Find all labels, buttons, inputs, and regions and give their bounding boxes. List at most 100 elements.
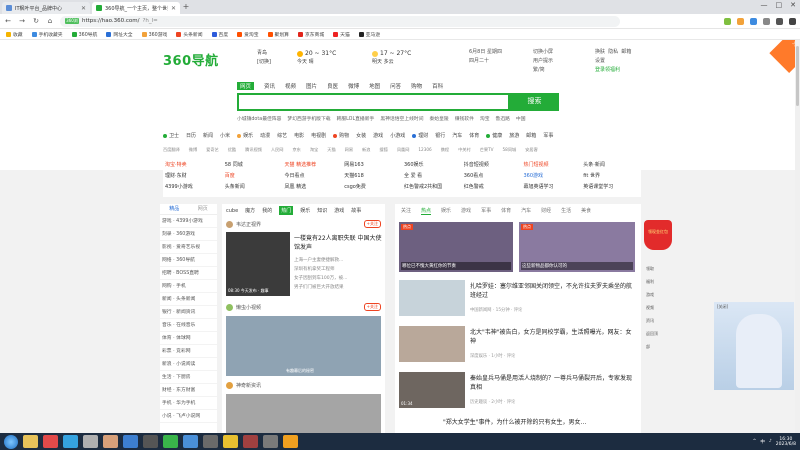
bookmark-item[interactable]: 360游戏 bbox=[141, 31, 167, 38]
news-thumbnail[interactable] bbox=[399, 326, 465, 362]
news-title[interactable]: "郑大女学生"事件，为什么被开除的只有女生，男女... bbox=[443, 418, 608, 427]
site-link[interactable]: 360看点 bbox=[462, 172, 522, 183]
site-link[interactable]: 幕旭英语学习 bbox=[522, 183, 582, 194]
news-tab[interactable]: 汽车 bbox=[521, 207, 531, 214]
news-tab[interactable]: 体育 bbox=[501, 207, 511, 214]
sub-link[interactable]: 中关村 bbox=[458, 147, 471, 153]
floating-ad[interactable]: [关闭] bbox=[714, 302, 794, 390]
quick-link[interactable]: 健康 bbox=[486, 132, 502, 139]
forward-icon[interactable]: → bbox=[18, 17, 26, 25]
author-name[interactable]: 韦达正视界 bbox=[236, 221, 261, 228]
chevron-up-icon[interactable]: ^ bbox=[753, 439, 757, 444]
download-icon[interactable] bbox=[776, 17, 783, 25]
hot-search-item[interactable]: 赚钱软件 bbox=[455, 115, 474, 122]
bookmark-item[interactable]: 百度 bbox=[211, 31, 228, 38]
news-tile[interactable]: 热点 这些新物品都你认可的 bbox=[519, 222, 635, 272]
site-link[interactable]: 58 同城 bbox=[223, 161, 283, 172]
video-thumbnail[interactable]: 08:30 今天发布 · 趣事 bbox=[226, 232, 290, 296]
site-link[interactable]: 天猫 精选推荐 bbox=[283, 161, 343, 172]
site-link[interactable]: 头条·新闻 bbox=[581, 161, 641, 172]
list-item[interactable]: 网络 · 360导航 bbox=[160, 254, 217, 267]
feed-tab[interactable]: 故事 bbox=[351, 207, 361, 214]
related-item[interactable]: 上海一户主妻便捷解救... bbox=[294, 256, 382, 265]
weather-tomorrow[interactable]: 17 ~ 27°C 明天 多云 bbox=[372, 49, 411, 67]
bookmark-item[interactable]: 网址大全 bbox=[106, 31, 133, 38]
feed-tab-active[interactable]: 热门 bbox=[279, 206, 294, 215]
feed-tab[interactable]: 我的 bbox=[262, 207, 272, 214]
sub-link[interactable]: 58同城 bbox=[503, 147, 517, 153]
site-link[interactable]: 热门短视频 bbox=[522, 161, 582, 172]
side-tool[interactable]: 资讯 bbox=[646, 314, 660, 327]
list-item[interactable]: 刻录 · 360游戏 bbox=[160, 228, 217, 241]
search-input[interactable] bbox=[237, 93, 510, 111]
game-icon[interactable] bbox=[737, 17, 744, 25]
list-item[interactable]: 招聘 · BOSS直聘 bbox=[160, 267, 217, 280]
list-item[interactable]: 银行 · 新闻资讯 bbox=[160, 306, 217, 319]
side-tool[interactable]: 福利 bbox=[646, 275, 660, 288]
volume-icon[interactable]: ♪ bbox=[769, 439, 772, 444]
site-link[interactable]: 淘宝·特卖 bbox=[163, 161, 223, 172]
search-tab-baike[interactable]: 百科 bbox=[432, 82, 443, 90]
switch-small-screen-link[interactable]: 切换小屏 bbox=[533, 48, 553, 57]
screenshot-icon[interactable] bbox=[763, 17, 770, 25]
related-item[interactable]: 深圳有机拿奖工程师 bbox=[294, 265, 382, 274]
search-tab-health[interactable]: 良医 bbox=[327, 82, 338, 90]
site-link[interactable]: 英语课堂学习 bbox=[581, 183, 641, 194]
feed-tab[interactable]: 知识 bbox=[317, 207, 327, 214]
list-item[interactable]: 影视 · 爱奇艺乐视 bbox=[160, 241, 217, 254]
app-icon[interactable] bbox=[83, 435, 98, 448]
site-link[interactable]: 天猫618 bbox=[342, 172, 402, 183]
quick-link[interactable]: 银行 bbox=[435, 132, 445, 139]
close-icon[interactable]: ✕ bbox=[81, 5, 86, 12]
news-tab[interactable]: 美食 bbox=[581, 207, 591, 214]
sub-link[interactable]: 天猫 bbox=[327, 147, 335, 153]
video-thumbnail[interactable]: 有趣幕后的秘密 bbox=[226, 316, 381, 376]
site-link[interactable]: 百度 bbox=[223, 172, 283, 183]
close-icon[interactable]: ✕ bbox=[171, 5, 176, 12]
list-item[interactable]: 音乐 · 在线音乐 bbox=[160, 319, 217, 332]
list-item[interactable]: 网购 · 手机 bbox=[160, 280, 217, 293]
translate-icon[interactable] bbox=[750, 17, 757, 25]
maximize-button[interactable]: □ bbox=[776, 1, 783, 9]
sub-link[interactable]: 安居客 bbox=[525, 147, 538, 153]
page-scrollbar[interactable] bbox=[795, 40, 800, 433]
quick-link[interactable]: 小游戏 bbox=[390, 132, 405, 139]
news-tab[interactable]: 军事 bbox=[481, 207, 491, 214]
simplified-traditional-link[interactable]: 繁/简 bbox=[533, 66, 553, 75]
media-player-icon[interactable] bbox=[43, 435, 58, 448]
quick-link[interactable]: 电影 bbox=[294, 132, 304, 139]
sub-link[interactable]: 搜狐 bbox=[379, 147, 387, 153]
quick-link[interactable]: 旅游 bbox=[509, 132, 519, 139]
search-tab-qa[interactable]: 问答 bbox=[390, 82, 401, 90]
quick-link[interactable]: 综艺 bbox=[277, 132, 287, 139]
list-item[interactable]: 生活 · 下厨房 bbox=[160, 371, 217, 384]
sub-link[interactable]: 12306 bbox=[418, 147, 431, 153]
search-tab-image[interactable]: 图片 bbox=[306, 82, 317, 90]
bookmark-item[interactable]: 360导航 bbox=[71, 31, 97, 38]
app-icon[interactable] bbox=[203, 435, 218, 448]
left-tab-web[interactable]: 网页 bbox=[198, 204, 208, 214]
bookmark-item[interactable]: 收藏 bbox=[6, 31, 23, 38]
file-explorer-icon[interactable] bbox=[23, 435, 38, 448]
hot-search-item[interactable]: 淘宝 bbox=[480, 115, 490, 122]
quick-link[interactable]: 体育 bbox=[469, 132, 479, 139]
site-logo[interactable]: 360导航 bbox=[163, 50, 219, 69]
minimize-button[interactable]: — bbox=[761, 1, 768, 9]
site-link[interactable]: 4399小游戏 bbox=[163, 183, 223, 194]
glasses-icon[interactable] bbox=[223, 435, 238, 448]
news-title[interactable]: 扎哈罗娃：塞尔维亚邻国关闭领空，不允许拉夫罗夫乘坐的航班经过 bbox=[470, 282, 635, 300]
app-icon[interactable] bbox=[263, 435, 278, 448]
quick-link[interactable]: 军事 bbox=[543, 132, 553, 139]
site-link[interactable]: 头条新闻 bbox=[223, 183, 283, 194]
news-tab[interactable]: 财经 bbox=[541, 207, 551, 214]
url-field[interactable]: 360浏览 https://hao.360.com/ ?h_l= bbox=[60, 15, 620, 29]
site-link[interactable]: 红色警戒 bbox=[462, 183, 522, 194]
news-tab[interactable]: 关注 bbox=[401, 207, 411, 214]
sub-link[interactable]: 优酷 bbox=[228, 147, 236, 153]
quick-link[interactable]: 游戏 bbox=[373, 132, 383, 139]
site-link[interactable]: 凤凰 精选 bbox=[283, 183, 343, 194]
scrollbar-thumb[interactable] bbox=[796, 46, 799, 106]
feed-tab[interactable]: 游戏 bbox=[334, 207, 344, 214]
list-item[interactable]: 彩票 · 竞彩网 bbox=[160, 345, 217, 358]
search-tab-web[interactable]: 网页 bbox=[237, 82, 255, 90]
